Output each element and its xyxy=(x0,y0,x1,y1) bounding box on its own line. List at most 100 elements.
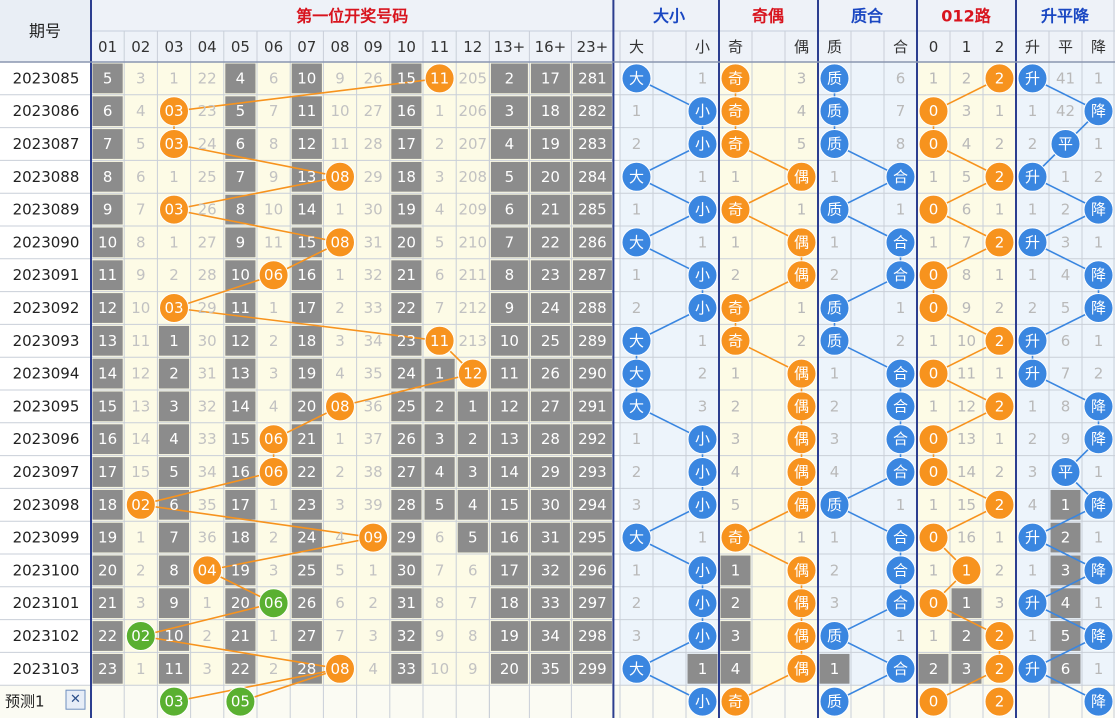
miss-value: 9 xyxy=(136,266,146,284)
parity-miss-value: 4 xyxy=(797,102,807,120)
road-ball-label: 2 xyxy=(995,233,1005,251)
sum-value: 10 xyxy=(500,332,519,350)
miss-value: 207 xyxy=(458,135,487,153)
miss-value: 5 xyxy=(468,529,478,547)
road-prediction-label: 0 xyxy=(929,693,939,711)
parity-miss-value: 1 xyxy=(797,201,807,219)
miss-value: 10 xyxy=(430,660,449,678)
trend-miss-value: 5 xyxy=(1061,299,1071,317)
parity-miss-value: 1 xyxy=(797,529,807,547)
period-label: 2023099 xyxy=(13,529,80,547)
miss-value: 5 xyxy=(136,135,146,153)
trend-miss-value: 1 xyxy=(1094,332,1104,350)
prime-ball-label: 质 xyxy=(827,299,842,317)
miss-value: 15 xyxy=(231,430,250,448)
miss-value: 6 xyxy=(169,496,179,514)
miss-value: 2 xyxy=(269,529,279,547)
period-label: 2023091 xyxy=(13,266,80,284)
sum-value: 291 xyxy=(578,397,607,415)
road-miss-value: 7 xyxy=(962,233,972,251)
trend-ball-label: 升 xyxy=(1025,594,1040,612)
road-miss-value: 16 xyxy=(957,529,976,547)
prime-ball-label: 合 xyxy=(893,561,908,579)
miss-value: 4 xyxy=(335,365,345,383)
parity-miss-value: 2 xyxy=(731,594,741,612)
miss-value: 38 xyxy=(364,463,383,481)
header-col-12: 12 xyxy=(463,38,482,56)
sum-value: 32 xyxy=(541,561,560,579)
miss-value: 1 xyxy=(435,102,445,120)
trend-ball-label: 降 xyxy=(1091,627,1106,645)
sum-value: 28 xyxy=(541,430,560,448)
miss-value: 17 xyxy=(231,496,250,514)
header-col-04: 04 xyxy=(198,38,217,56)
period-label: 2023088 xyxy=(13,168,80,186)
number-ball-label: 12 xyxy=(463,365,482,383)
miss-value: 21 xyxy=(397,266,416,284)
road-miss-value: 1 xyxy=(995,102,1005,120)
size-miss-value: 1 xyxy=(698,529,708,547)
road-miss-value: 1 xyxy=(995,201,1005,219)
road-miss-value: 5 xyxy=(962,168,972,186)
miss-value: 9 xyxy=(335,69,345,87)
miss-value: 12 xyxy=(98,299,117,317)
header-col-05: 05 xyxy=(231,38,250,56)
parity-miss-value: 3 xyxy=(797,69,807,87)
miss-value: 3 xyxy=(202,660,212,678)
parity-ball-label: 偶 xyxy=(794,233,809,251)
miss-value: 209 xyxy=(458,201,487,219)
miss-value: 1 xyxy=(202,594,212,612)
lottery-trend-chart: 期号 第一位开奖号码 大小 奇偶 质合 012路 升平降 01 02 03 04 05 06 07 08 09… xyxy=(0,0,1115,720)
miss-value: 31 xyxy=(198,365,217,383)
miss-value: 16 xyxy=(397,102,416,120)
prime-ball-label: 质 xyxy=(827,69,842,87)
miss-value: 15 xyxy=(297,233,316,251)
trend-miss-value: 1 xyxy=(1094,594,1104,612)
size-ball-label: 小 xyxy=(695,102,710,120)
miss-value: 32 xyxy=(198,397,217,415)
prime-ball-label: 质 xyxy=(827,496,842,514)
number-ball-label: 03 xyxy=(164,299,183,317)
miss-value: 1 xyxy=(269,627,279,645)
parity-ball-label: 偶 xyxy=(794,660,809,678)
road-miss-value: 2 xyxy=(995,463,1005,481)
sum-value: 34 xyxy=(541,627,560,645)
miss-value: 8 xyxy=(103,168,113,186)
parity-miss-value: 4 xyxy=(731,463,741,481)
miss-value: 2 xyxy=(435,135,445,153)
prime-ball-label: 质 xyxy=(827,135,842,153)
trend-miss-value: 1 xyxy=(1028,266,1038,284)
trend-miss-value: 1 xyxy=(1028,561,1038,579)
miss-value: 7 xyxy=(435,561,445,579)
number-ball-label: 11 xyxy=(430,69,449,87)
miss-value: 33 xyxy=(198,430,217,448)
miss-value: 30 xyxy=(198,332,217,350)
miss-value: 10 xyxy=(330,102,349,120)
miss-value: 6 xyxy=(103,102,113,120)
sum-value: 31 xyxy=(541,529,560,547)
size-ball-label: 大 xyxy=(629,397,644,415)
trend-miss-value: 1 xyxy=(1094,660,1104,678)
sum-value: 13 xyxy=(500,430,519,448)
road-miss-value: 10 xyxy=(957,332,976,350)
miss-value: 36 xyxy=(198,529,217,547)
miss-value: 2 xyxy=(269,660,279,678)
prime-miss-value: 1 xyxy=(896,496,906,514)
road-ball-label: 0 xyxy=(929,135,939,153)
trend-ball-label: 升 xyxy=(1025,332,1040,350)
miss-value: 28 xyxy=(297,660,316,678)
sum-value: 25 xyxy=(541,332,560,350)
trend-ball-label: 降 xyxy=(1091,496,1106,514)
period-label: 2023101 xyxy=(13,594,80,612)
miss-value: 21 xyxy=(297,430,316,448)
miss-value: 16 xyxy=(297,266,316,284)
size-ball-label: 小 xyxy=(695,594,710,612)
road-miss-value: 1 xyxy=(929,561,939,579)
miss-value: 15 xyxy=(131,463,150,481)
sum-value: 287 xyxy=(578,266,607,284)
trend-miss-value: 2 xyxy=(1028,430,1038,448)
miss-value: 14 xyxy=(131,430,150,448)
miss-value: 36 xyxy=(364,397,383,415)
number-ball-label: 03 xyxy=(164,135,183,153)
trend-miss-value: 9 xyxy=(1061,430,1071,448)
